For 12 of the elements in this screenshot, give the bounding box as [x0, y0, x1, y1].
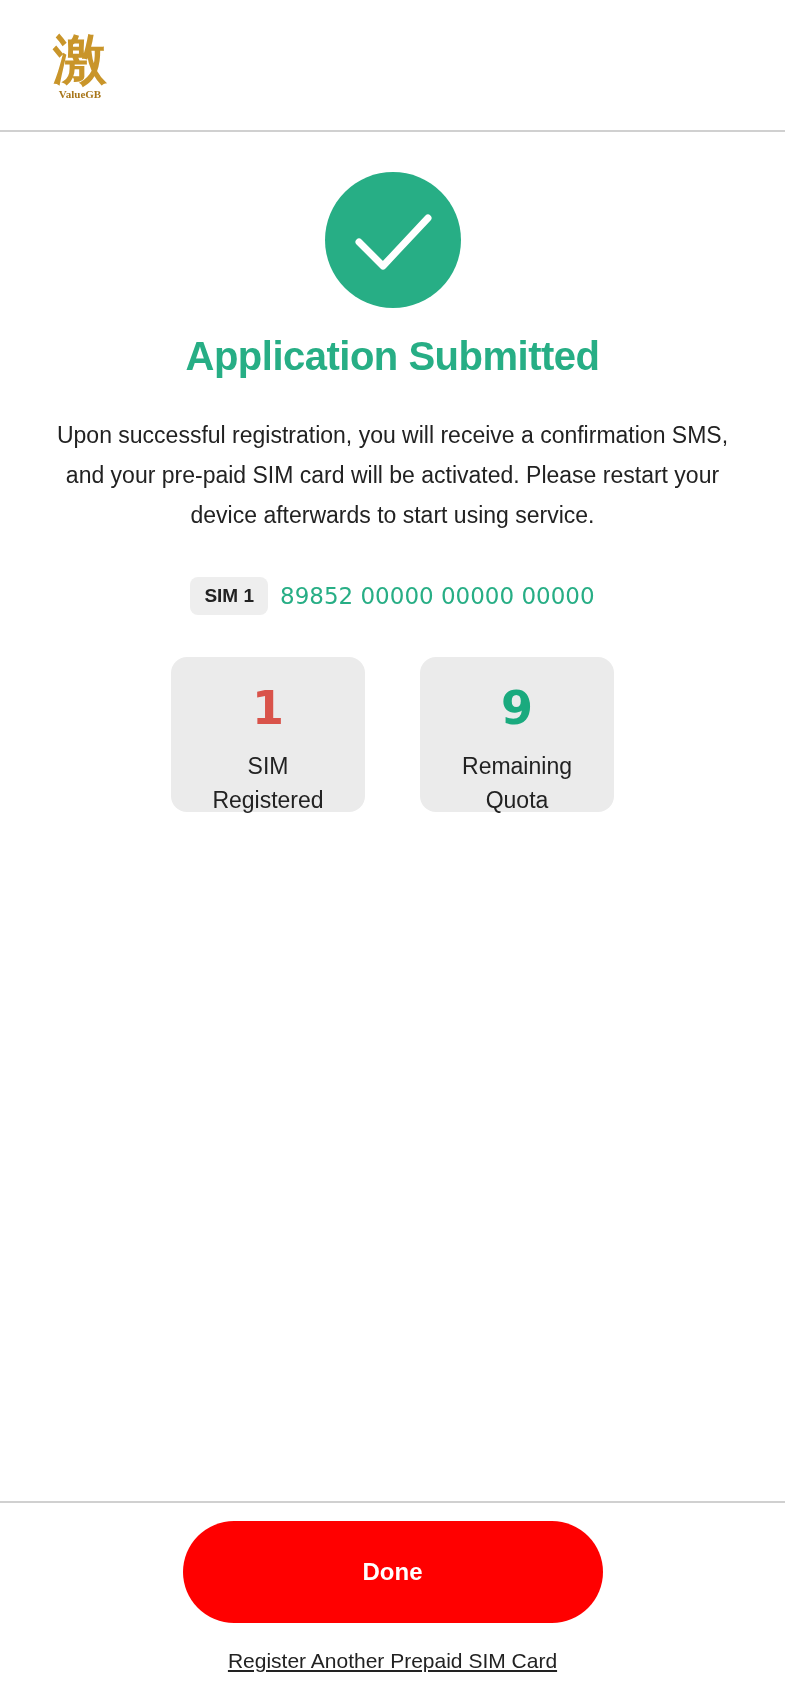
page-title: Application Submitted [185, 334, 600, 379]
stat-label: SIM Registered [211, 752, 325, 815]
sim-number: 89852 00000 00000 00000 [280, 583, 595, 609]
stat-value: 9 [501, 683, 533, 733]
stat-value: 1 [252, 683, 284, 733]
done-button[interactable]: Done [182, 1521, 603, 1623]
register-another-link[interactable]: Register Another Prepaid SIM Card [227, 1649, 558, 1673]
confirmation-message: Upon successful registration, you will receive a confirmation SMS, and your pre-paid SIM card will be activated. Please restart your device afterwards to start using service. [55, 421, 730, 530]
logo: 激 ValueGB [51, 30, 108, 100]
check-icon [324, 172, 461, 308]
stat-label: Remaining Quota [461, 752, 573, 815]
sim-label: SIM 1 [190, 577, 268, 615]
